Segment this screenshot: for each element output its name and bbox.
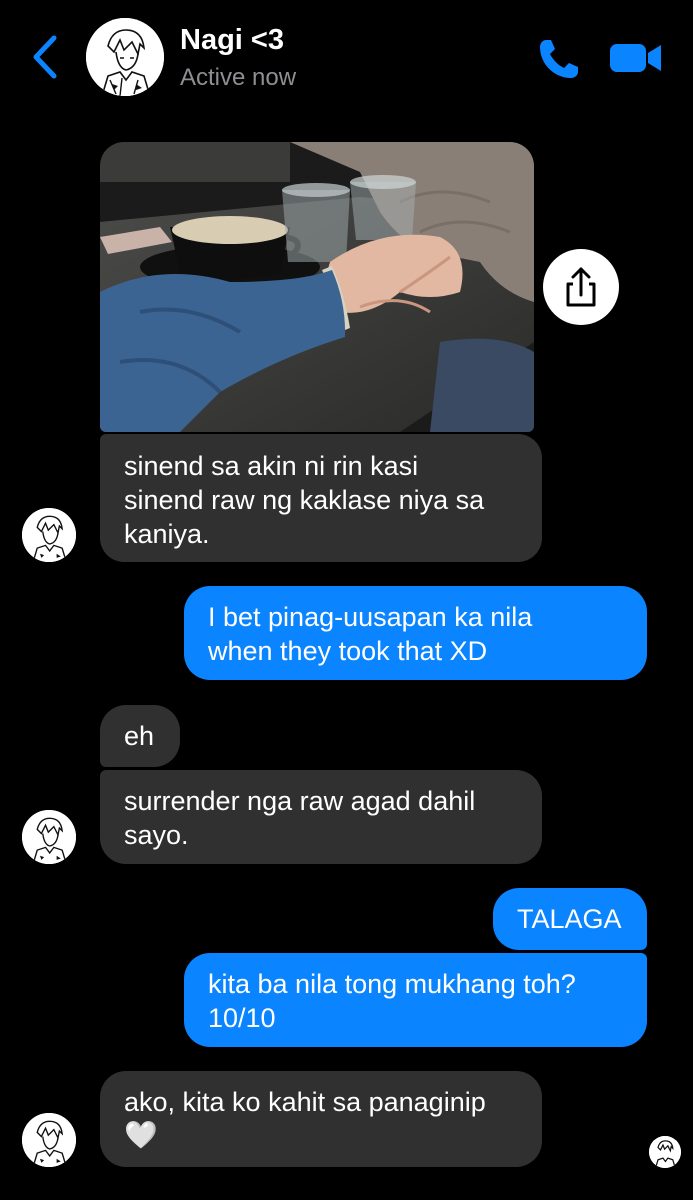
message-line: sinend raw ng kaklase niya sa: [124, 485, 485, 515]
message-line: sayo.: [124, 820, 189, 850]
white-heart-emoji: 🤍: [124, 1120, 158, 1151]
contact-avatar[interactable]: [86, 18, 164, 96]
message-line: sinend sa akin ni rin kasi: [124, 451, 419, 481]
active-status: Active now: [180, 64, 297, 91]
incoming-message[interactable]: sinend sa akin ni rin kasi sinend raw ng…: [100, 434, 542, 562]
shared-photo[interactable]: [100, 142, 534, 432]
incoming-message[interactable]: ako, kita ko kahit sa panaginip 🤍: [100, 1071, 542, 1167]
contact-avatar-small[interactable]: [22, 1113, 76, 1167]
incoming-message[interactable]: surrender nga raw agad dahil sayo.: [100, 770, 542, 864]
chat-header: Nagi <3 Active now: [0, 0, 693, 120]
seen-avatar: [649, 1136, 681, 1168]
chevron-left-icon[interactable]: [28, 34, 62, 80]
message-line: ako, kita ko kahit sa panaginip: [124, 1087, 486, 1117]
outgoing-message[interactable]: I bet pinag-uusapan ka nila when they to…: [184, 586, 647, 680]
incoming-message[interactable]: eh: [100, 705, 180, 767]
message-line: TALAGA: [517, 904, 622, 934]
message-line: eh: [124, 721, 155, 751]
message-line: kita ba nila tong mukhang toh?: [208, 969, 576, 999]
message-line: surrender nga raw agad dahil: [124, 786, 476, 816]
message-line: I bet pinag-uusapan ka nila: [208, 602, 533, 632]
share-icon: [566, 267, 596, 307]
contact-avatar-small[interactable]: [22, 810, 76, 864]
share-button[interactable]: [543, 249, 619, 325]
video-camera-icon[interactable]: [608, 38, 664, 78]
phone-icon[interactable]: [536, 36, 582, 82]
message-line: when they took that XD: [208, 636, 488, 666]
contact-name[interactable]: Nagi <3: [180, 24, 284, 57]
outgoing-message[interactable]: kita ba nila tong mukhang toh? 10/10: [184, 953, 647, 1047]
outgoing-message[interactable]: TALAGA: [493, 888, 647, 950]
contact-avatar-small[interactable]: [22, 508, 76, 562]
message-line: kaniya.: [124, 519, 210, 549]
message-line: 10/10: [208, 1003, 276, 1033]
